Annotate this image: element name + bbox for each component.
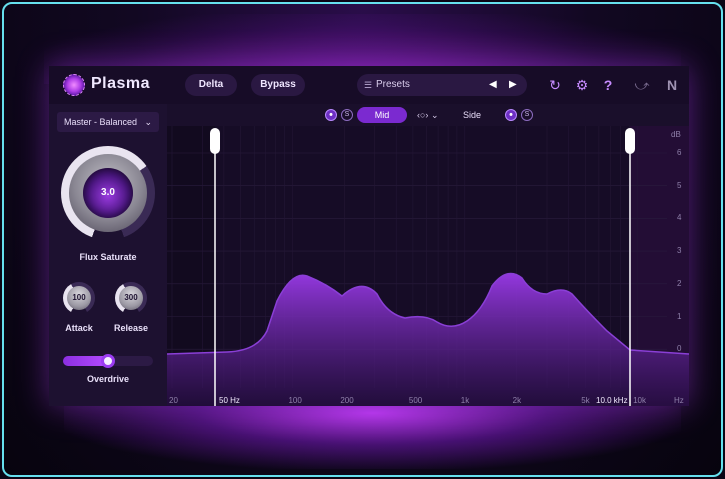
bottom-glow	[64, 399, 681, 469]
db-tick-label: 0	[677, 344, 682, 354]
flux-label: Flux Saturate	[79, 252, 137, 262]
brand-title: Plasma	[91, 75, 151, 92]
link-dropdown[interactable]: ‹○› ⌄	[417, 107, 445, 123]
high-cut-handle[interactable]	[625, 128, 635, 154]
db-unit-label: dB	[671, 130, 681, 139]
chevron-down-icon: ⌄	[430, 110, 439, 120]
presets-bar[interactable]: ☰ Presets ◀ ▶	[357, 74, 527, 96]
db-tick-label: 1	[677, 311, 682, 321]
side-button[interactable]: Side	[463, 107, 481, 123]
high-cut-value: 10.0 kHz	[596, 396, 628, 405]
release-knob[interactable]: 300	[115, 282, 147, 314]
preset-dropdown[interactable]: Master - Balanced ⌄	[57, 112, 159, 132]
delta-button[interactable]: Delta	[185, 74, 237, 96]
mid-side-bar: ⦁ S Mid ‹○› ⌄ Side ⦁ S	[167, 104, 689, 126]
mid-button[interactable]: Mid	[357, 107, 407, 123]
prev-preset-button[interactable]: ◀	[489, 74, 497, 96]
routing-icon[interactable]: ⤻	[632, 75, 652, 95]
plugin-window: Plasma Delta Bypass ☰ Presets ◀ ▶ ↻ ⚙ ? …	[49, 66, 689, 406]
spectrum-svg	[167, 126, 689, 406]
db-tick-label: 4	[677, 213, 682, 223]
window-frame: Plasma Delta Bypass ☰ Presets ◀ ▶ ↻ ⚙ ? …	[2, 2, 723, 477]
attack-knob-body: 100	[67, 286, 91, 310]
help-icon[interactable]: ?	[598, 75, 618, 95]
release-value: 300	[124, 293, 138, 302]
freq-tick-label: 200	[340, 396, 354, 405]
link-icon: ‹○›	[417, 110, 429, 120]
flux-knob-body: 3.0	[69, 154, 147, 232]
overdrive-slider[interactable]	[63, 354, 153, 368]
chevron-down-icon: ⌄	[144, 117, 152, 127]
spectrum-graph[interactable]: dB 6 5 4 3 2 1 0 20 100 200 500 1k 2k 5k 10k Hz 50 Hz…	[167, 126, 689, 406]
attack-label: Attack	[65, 323, 93, 333]
ni-logo-icon: N	[666, 77, 678, 93]
side-solo-toggle[interactable]: S	[521, 109, 533, 121]
freq-tick-label: 5k	[581, 396, 590, 405]
mid-solo-1-toggle[interactable]: ⦁	[325, 109, 337, 121]
header-bar: Plasma Delta Bypass ☰ Presets ◀ ▶ ↻ ⚙ ? …	[49, 66, 689, 104]
db-tick-label: 5	[677, 180, 682, 190]
db-tick-label: 2	[677, 278, 682, 288]
release-knob-body: 300	[119, 286, 143, 310]
overdrive-thumb[interactable]	[101, 354, 115, 368]
side-solo-1-toggle[interactable]: ⦁	[505, 109, 517, 121]
controls-panel: Master - Balanced ⌄ 3.0 Flux Saturate 10…	[49, 104, 167, 406]
freq-tick-label: 2k	[512, 396, 522, 405]
bypass-button[interactable]: Bypass	[251, 74, 305, 96]
release-label: Release	[113, 323, 149, 333]
preset-dropdown-value: Master - Balanced	[64, 117, 138, 127]
flux-saturate-knob[interactable]: 3.0	[61, 146, 155, 240]
presets-label: Presets	[376, 79, 410, 90]
low-cut-handle[interactable]	[210, 128, 220, 154]
list-icon: ☰	[364, 80, 373, 90]
flux-value: 3.0	[101, 187, 115, 198]
attack-value: 100	[72, 293, 86, 302]
history-icon[interactable]: ↻	[545, 75, 565, 95]
freq-tick-label: 100	[288, 396, 302, 405]
next-preset-button[interactable]: ▶	[509, 74, 517, 96]
mid-solo-toggle[interactable]: S	[341, 109, 353, 121]
plasma-logo-icon	[63, 74, 85, 96]
freq-tick-label: 20	[169, 396, 178, 405]
db-tick-label: 3	[677, 246, 682, 256]
hz-unit-label: Hz	[674, 396, 684, 405]
freq-tick-label: 10k	[633, 396, 647, 405]
settings-icon[interactable]: ⚙	[572, 75, 592, 95]
freq-tick-label: 500	[408, 396, 423, 405]
overdrive-label: Overdrive	[86, 374, 130, 384]
db-tick-label: 6	[677, 148, 682, 157]
attack-knob[interactable]: 100	[63, 282, 95, 314]
low-cut-value: 50 Hz	[219, 396, 240, 405]
freq-tick-label: 1k	[460, 396, 470, 405]
